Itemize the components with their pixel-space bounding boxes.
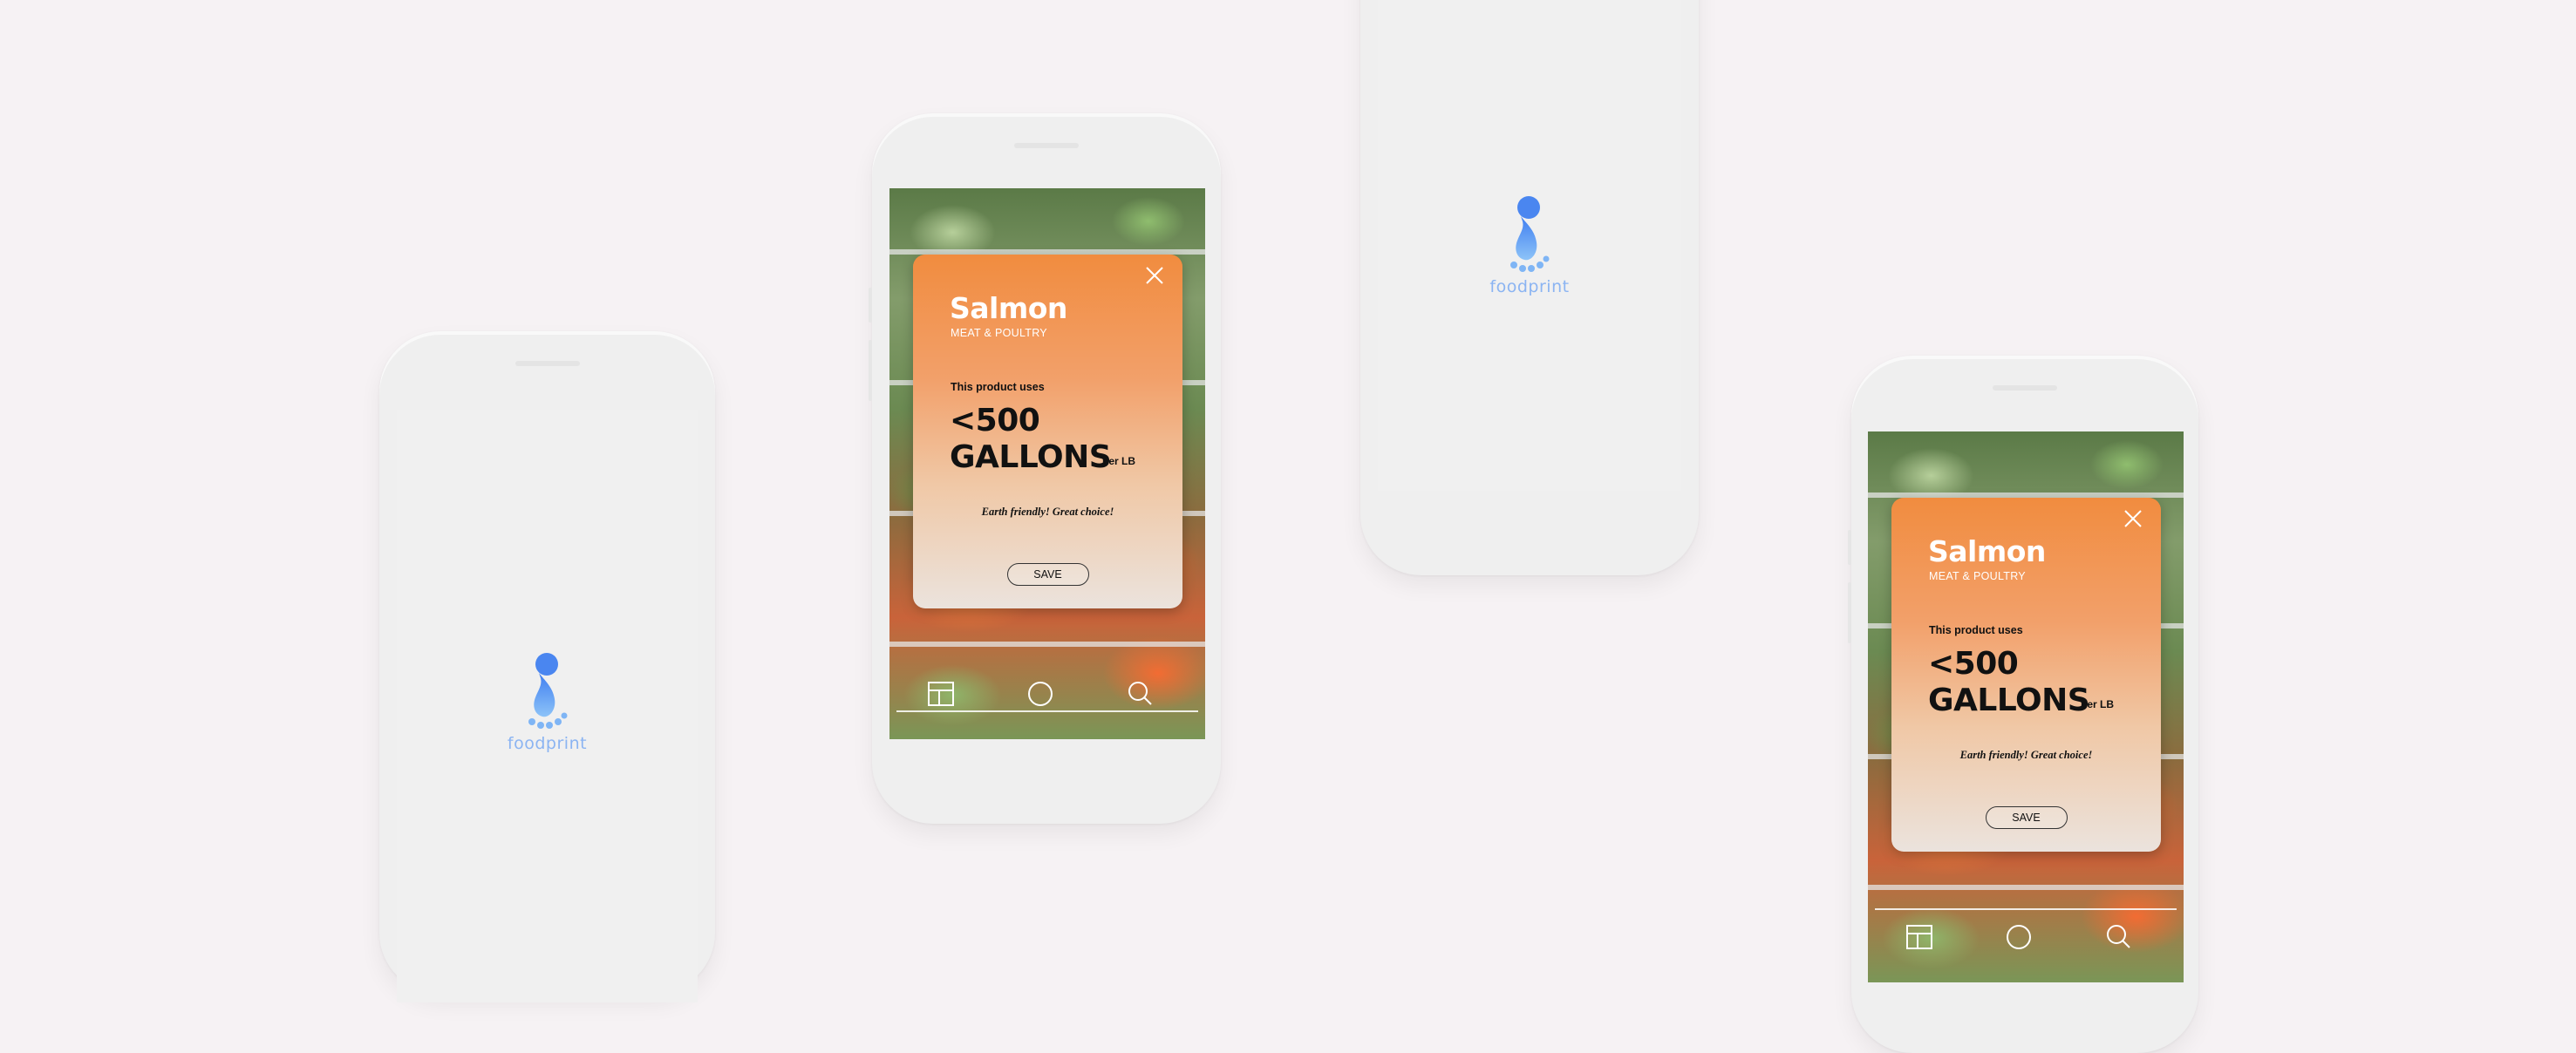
splash-screen: foodprint	[397, 410, 698, 1002]
water-amount: <500 GALLONS	[1928, 646, 2090, 719]
phone-earpiece	[1993, 385, 2057, 391]
camera-screen: Salmon MEAT & POULTRY This product uses …	[889, 188, 1205, 739]
water-amount-value: <500	[950, 403, 1040, 438]
bottom-toolbar	[889, 672, 1205, 739]
phone-frame-product-right: Salmon MEAT & POULTRY This product uses …	[1848, 356, 2198, 1053]
phone-side-button	[1848, 582, 1851, 643]
phone-frame-splash-top: foodprint	[1360, 0, 1699, 575]
app-logo-text: foodprint	[507, 734, 588, 753]
bottom-toolbar	[1868, 908, 2184, 982]
app-logo: foodprint	[501, 652, 593, 753]
shutter-icon[interactable]	[1026, 680, 1054, 708]
water-amount: <500 GALLONS	[950, 403, 1112, 476]
verdict-text: Earth friendly! Great choice!	[1959, 749, 2093, 761]
water-amount-unit: GALLONS	[950, 439, 1112, 475]
app-logo-text: foodprint	[1489, 277, 1570, 296]
product-category: MEAT & POULTRY	[951, 327, 1047, 339]
product-name: Salmon	[1928, 534, 2046, 568]
scan-frame-icon[interactable]	[1905, 924, 1933, 950]
toolbar-divider	[1875, 908, 2177, 910]
camera-screen: Salmon MEAT & POULTRY This product uses …	[1868, 431, 2184, 982]
shutter-icon[interactable]	[2005, 923, 2033, 951]
save-button[interactable]: SAVE	[1006, 563, 1089, 586]
foot-drop-icon	[1510, 196, 1550, 272]
splash-screen: foodprint	[1378, 0, 1681, 491]
water-amount-value: <500	[1928, 646, 2019, 682]
product-info-card: Salmon MEAT & POULTRY This product uses …	[1891, 498, 2161, 852]
close-icon[interactable]	[2123, 508, 2143, 529]
close-icon[interactable]	[1144, 265, 1165, 286]
usage-label: This product uses	[1929, 624, 2023, 636]
phone-frame-product-center: Salmon MEAT & POULTRY This product uses …	[869, 113, 1221, 824]
per-unit-label: per LB	[1102, 455, 1136, 467]
phone-side-button	[1848, 530, 1851, 565]
phone-frame-splash-left: foodprint	[379, 331, 715, 1002]
product-category: MEAT & POULTRY	[1929, 570, 2026, 582]
product-info-card: Salmon MEAT & POULTRY This product uses …	[913, 255, 1182, 608]
save-button[interactable]: SAVE	[1985, 806, 2068, 829]
app-logo: foodprint	[1482, 195, 1577, 296]
phone-side-button	[869, 340, 872, 401]
product-name: Salmon	[950, 291, 1067, 325]
phone-earpiece	[515, 361, 580, 366]
water-amount-unit: GALLONS	[1928, 683, 2090, 718]
scan-frame-icon[interactable]	[927, 681, 955, 707]
search-icon[interactable]	[2104, 922, 2132, 950]
search-icon[interactable]	[1126, 679, 1154, 707]
per-unit-label: per LB	[2081, 698, 2115, 710]
toolbar-divider	[896, 710, 1198, 712]
phone-earpiece	[1014, 143, 1079, 148]
foot-drop-icon	[528, 653, 567, 729]
usage-label: This product uses	[951, 381, 1045, 393]
verdict-text: Earth friendly! Great choice!	[981, 506, 1114, 518]
phone-side-button	[869, 288, 872, 323]
